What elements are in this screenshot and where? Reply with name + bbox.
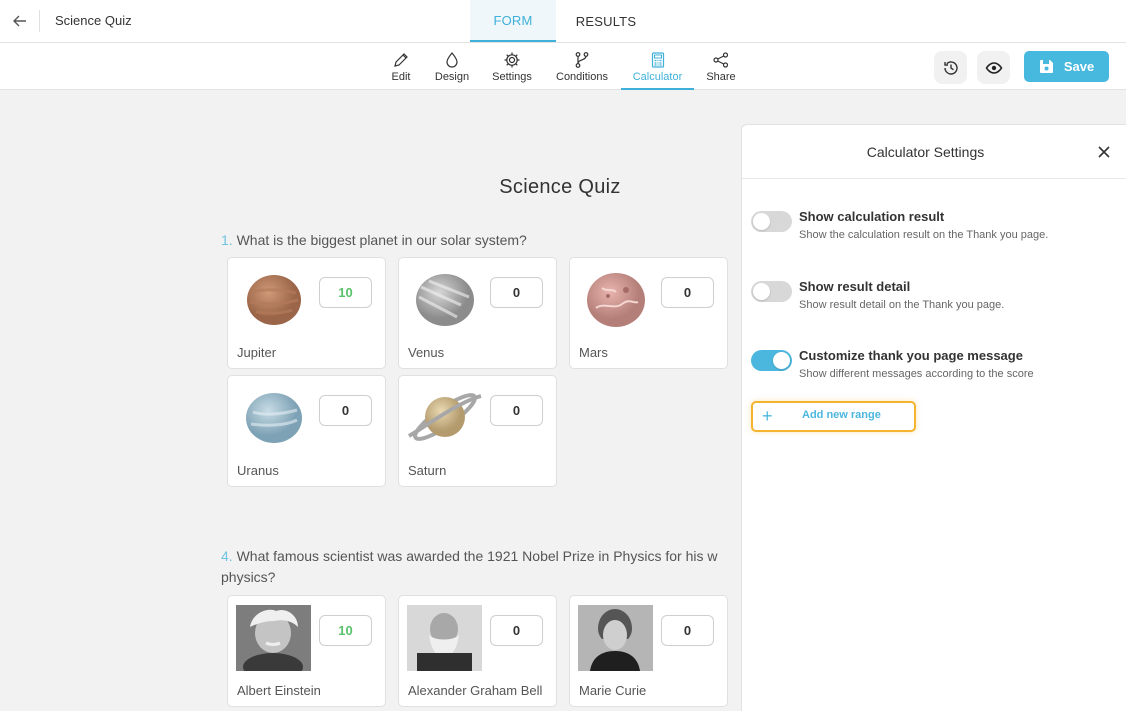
panel-title: Calculator Settings [866, 144, 985, 160]
score-input[interactable]: 0 [490, 395, 543, 426]
answer-card-bell[interactable]: 0 Alexander Graham Bell [398, 595, 557, 707]
answer-card-curie[interactable]: 0 Marie Curie [569, 595, 728, 707]
form-title: Science Quiz [499, 176, 621, 198]
option-label: Alexander Graham Bell [408, 683, 543, 698]
question-number: 4. [221, 548, 233, 564]
question-text: What famous scientist was awarded the 19… [236, 548, 718, 564]
tool-settings[interactable]: Settings [490, 43, 534, 90]
branch-icon [575, 52, 589, 68]
save-label: Save [1063, 59, 1095, 74]
option-title: Show result detail [799, 279, 911, 294]
mars-image [578, 267, 653, 333]
tool-edit-label: Edit [391, 71, 411, 83]
curie-photo [578, 605, 653, 671]
question-4: 4. What famous scientist was awarded the… [221, 546, 741, 588]
tool-share[interactable]: Share [703, 43, 739, 90]
tool-conditions[interactable]: Conditions [553, 43, 611, 90]
option-title: Show calculation result [799, 209, 945, 224]
score-input[interactable]: 10 [319, 615, 372, 646]
option-description: Show the calculation result on the Thank… [799, 229, 1049, 241]
panel-header: Calculator Settings [742, 125, 1126, 179]
option-label: Mars [579, 345, 608, 360]
floppy-icon [1039, 60, 1053, 73]
customize-thank-you-toggle[interactable] [751, 350, 792, 371]
answer-card-jupiter[interactable]: 10 Jupiter [227, 257, 386, 369]
add-range-label: Add new range [802, 409, 881, 421]
calculator-settings-panel: Calculator Settings Show calculation res… [741, 124, 1126, 711]
score-input[interactable]: 0 [490, 615, 543, 646]
tool-share-label: Share [706, 71, 736, 83]
tool-design-label: Design [434, 71, 470, 83]
bell-photo [407, 605, 482, 671]
tab-form[interactable]: FORM [470, 0, 556, 42]
answer-card-mars[interactable]: 0 Mars [569, 257, 728, 369]
option-label: Jupiter [237, 345, 277, 360]
add-new-range-button[interactable]: + Add new range [751, 401, 916, 432]
question-text-line2: physics? [221, 569, 276, 585]
answer-card-uranus[interactable]: 0 Uranus [227, 375, 386, 487]
eye-icon [985, 61, 1002, 74]
save-button[interactable]: Save [1024, 51, 1109, 82]
preview-button[interactable] [977, 51, 1010, 84]
share-icon [713, 52, 729, 68]
show-calculation-result-toggle[interactable] [751, 211, 792, 232]
option-description: Show different messages according to the… [799, 368, 1034, 380]
drop-icon [446, 52, 458, 68]
tab-results[interactable]: RESULTS [563, 0, 649, 42]
answer-card-saturn[interactable]: 0 Saturn [398, 375, 557, 487]
uranus-image [236, 385, 311, 451]
score-input[interactable]: 10 [319, 277, 372, 308]
option-label: Marie Curie [579, 683, 647, 698]
answer-card-einstein[interactable]: 10 Albert Einstein [227, 595, 386, 707]
plus-icon: + [762, 406, 773, 426]
score-input[interactable]: 0 [490, 277, 543, 308]
gear-icon [504, 52, 520, 68]
tool-calculator-label: Calculator [632, 71, 683, 83]
close-icon[interactable] [1095, 143, 1113, 161]
option-label: Venus [408, 345, 445, 360]
option-description: Show result detail on the Thank you page… [799, 299, 1005, 311]
show-result-detail-toggle[interactable] [751, 281, 792, 302]
option-label: Saturn [408, 463, 447, 478]
venus-image [407, 267, 482, 333]
question-number: 1. [221, 232, 233, 248]
score-input[interactable]: 0 [319, 395, 372, 426]
score-input[interactable]: 0 [661, 277, 714, 308]
history-button[interactable] [934, 51, 967, 84]
tool-design[interactable]: Design [432, 43, 472, 90]
divider [39, 10, 40, 32]
tool-edit[interactable]: Edit [387, 43, 415, 90]
option-show-calculation-result: Show calculation result Show the calcula… [751, 209, 1111, 249]
answer-card-venus[interactable]: 0 Venus [398, 257, 557, 369]
question-text: What is the biggest planet in our solar … [236, 232, 527, 248]
question-1: 1. What is the biggest planet in our sol… [221, 230, 527, 251]
saturn-image [407, 385, 482, 451]
einstein-photo [236, 605, 311, 671]
tool-calculator[interactable]: Calculator [621, 43, 694, 90]
top-bar: Science Quiz FORM RESULTS [0, 0, 1126, 43]
option-customize-thank-you: Customize thank you page message Show di… [751, 348, 1111, 388]
score-input[interactable]: 0 [661, 615, 714, 646]
jupiter-image [236, 267, 311, 333]
option-title: Customize thank you page message [799, 348, 1023, 363]
pencil-icon [394, 53, 408, 67]
back-arrow-icon[interactable] [8, 9, 32, 33]
app-title: Science Quiz [55, 13, 132, 28]
option-label: Uranus [237, 463, 279, 478]
calculator-icon [651, 52, 664, 68]
tool-settings-label: Settings [492, 71, 532, 83]
history-icon [943, 60, 958, 75]
option-show-result-detail: Show result detail Show result detail on… [751, 279, 1111, 319]
tool-conditions-label: Conditions [556, 71, 608, 83]
option-label: Albert Einstein [237, 683, 321, 698]
